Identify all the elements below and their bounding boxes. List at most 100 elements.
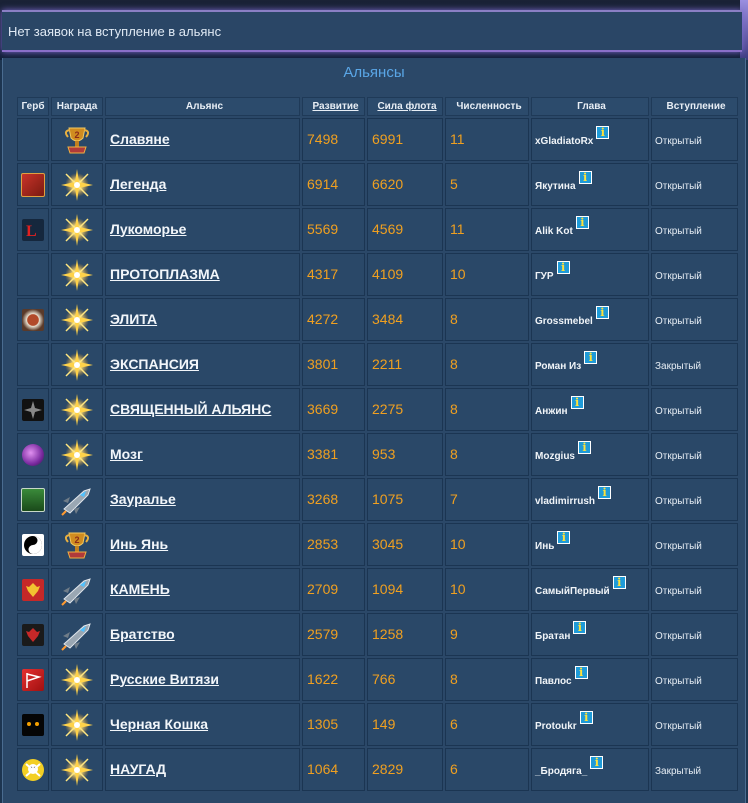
fleet-cell: 4109 [367,253,443,296]
star-burst-icon [60,213,94,246]
fleet-cell: 1258 [367,613,443,656]
leader-cell: Protoukri [531,703,649,746]
info-icon[interactable]: i [584,350,598,364]
alliance-link[interactable]: Лукоморье [110,221,186,237]
leader-name: Protoukr [535,720,577,732]
leader-name: Mozgius [535,450,575,462]
alliance-link[interactable]: Русские Витязи [110,671,219,687]
development-value: 3381 [307,445,339,462]
development-cell: 2709 [302,568,365,611]
info-icon[interactable]: i [574,665,588,679]
entry-status: Открытый [655,495,702,507]
entry-status: Открытый [655,270,702,282]
fleet-cell: 2829 [367,748,443,791]
header-entry: Вступление [651,97,738,116]
emblem-cell [17,568,49,611]
alliance-link[interactable]: ЭКСПАНСИЯ [110,356,199,372]
award-cell [51,343,103,386]
leader-name: Братан [535,630,571,642]
emblem-cell [17,343,49,386]
development-cell: 3268 [302,478,365,521]
info-icon[interactable]: i [612,575,626,589]
table-row: КАМЕНЬ 2709 1094 10 СамыйПервыйi Открытый [17,568,738,611]
header-award: Награда [51,97,103,116]
alliance-emblem-icon: L [22,218,44,241]
entry-cell: Открытый [651,658,738,701]
spaceship-icon [60,622,94,651]
table-row: 2 Славяне 7498 6991 11 xGladiatoRxi Открытый [17,118,738,161]
population-cell: 8 [445,388,529,431]
leader-cell: СамыйПервыйi [531,568,649,611]
trophy-icon: 2 [60,532,94,558]
info-icon[interactable]: i [578,440,591,454]
alliance-link[interactable]: ПРОТОПЛАЗМА [110,266,220,282]
table-row: НАУГАД 1064 2829 6 _Бродяга_i Закрытый [17,748,738,791]
leader-cell: Якутинаi [531,163,649,206]
alliance-link[interactable]: Легенда [110,176,166,192]
alliance-link[interactable]: Славяне [110,131,170,147]
alliance-link[interactable]: Мозг [110,446,143,462]
fleet-value: 4569 [372,220,404,237]
alliance-link[interactable]: СВЯЩЕННЫЙ АЛЬЯНС [110,401,271,417]
development-value: 6914 [307,175,339,192]
development-cell: 2853 [302,523,365,566]
award-cell [51,208,103,251]
leader-name: _Бродяга_ [535,765,588,777]
leader-name: СамыйПервый [535,585,610,597]
fleet-value: 6991 [372,130,404,147]
alliance-emblem-icon [22,443,44,466]
alliances-panel: Альянсы Герб Награда Альянс Развитие Сил… [2,58,746,803]
development-cell: 3801 [302,343,365,386]
info-icon[interactable]: i [578,170,592,184]
table-row: Мозг 3381 953 8 Mozgiusi Открытый [17,433,738,476]
star-burst-icon [60,303,94,336]
info-icon[interactable]: i [575,215,589,229]
alliance-link[interactable]: Братство [110,626,175,642]
award-cell [51,703,103,746]
leader-cell: Анжинi [531,388,649,431]
info-icon[interactable]: i [573,620,587,634]
fleet-cell: 1094 [367,568,443,611]
alliance-link[interactable]: Черная Кошка [110,716,208,732]
entry-status: Открытый [655,180,702,192]
alliance-name-cell: ПРОТОПЛАЗМА [105,253,300,296]
info-icon[interactable]: i [579,710,593,724]
info-icon[interactable]: i [596,125,610,139]
spaceship-icon [60,487,94,516]
info-icon[interactable]: i [557,530,571,544]
info-icon[interactable]: i [556,260,570,274]
entry-cell: Открытый [651,433,738,476]
fleet-value: 766 [372,670,396,687]
alliance-emblem-icon [22,758,44,781]
alliance-link[interactable]: НАУГАД [110,761,166,777]
population-value: 10 [450,265,466,282]
alliance-link[interactable]: Инь Янь [110,536,168,552]
info-icon[interactable]: i [570,395,584,409]
alliance-name-cell: Легенда [105,163,300,206]
fleet-cell: 953 [367,433,443,476]
award-cell [51,253,103,296]
emblem-cell [17,388,49,431]
fleet-cell: 3045 [367,523,443,566]
leader-cell: Иньi [531,523,649,566]
entry-status: Открытый [655,315,702,327]
emblem-cell [17,613,49,656]
alliance-name-cell: Черная Кошка [105,703,300,746]
info-icon[interactable]: i [598,485,612,499]
sort-by-development-link[interactable]: Развитие [302,97,365,116]
sort-by-fleet-link[interactable]: Сила флота [367,97,443,116]
alliance-emblem-icon [22,623,44,646]
alliance-link[interactable]: КАМЕНЬ [110,581,170,597]
population-cell: 5 [445,163,529,206]
svg-text:2: 2 [74,130,79,140]
info-icon[interactable]: i [595,305,609,319]
spaceship-icon [60,577,94,606]
development-cell: 1305 [302,703,365,746]
award-cell [51,613,103,656]
alliance-link[interactable]: Зауралье [110,491,176,507]
population-cell: 8 [445,658,529,701]
alliance-link[interactable]: ЭЛИТА [110,311,157,327]
alliances-table-body: 2 Славяне 7498 6991 11 xGladiatoRxi Открытый Ле… [17,118,738,791]
star-burst-icon [60,708,94,741]
info-icon[interactable]: i [590,755,604,769]
